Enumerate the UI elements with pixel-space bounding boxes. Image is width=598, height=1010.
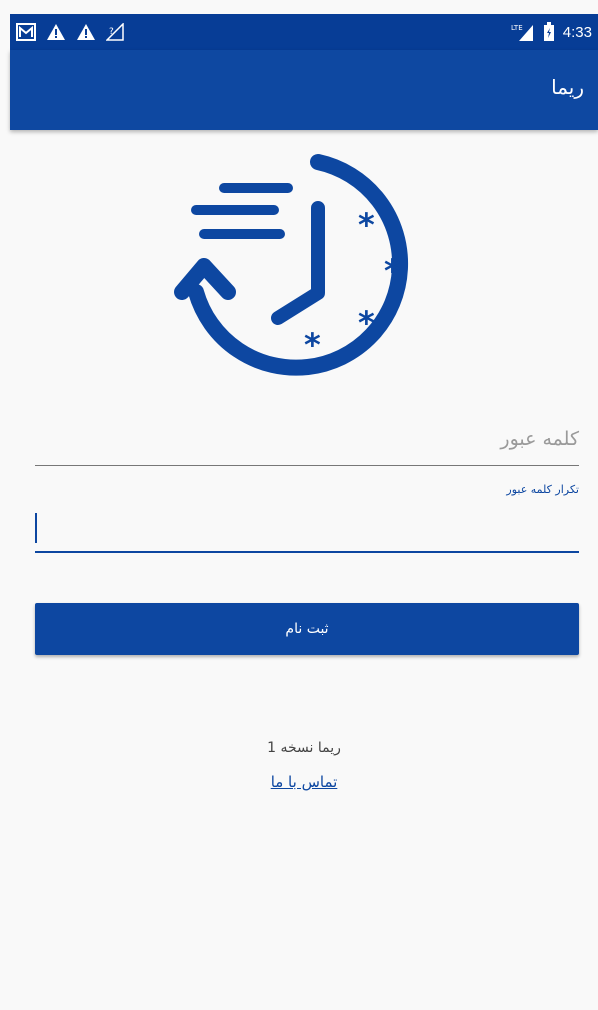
battery-icon	[543, 22, 554, 41]
lte-signal-icon: LTE	[511, 24, 533, 41]
warning-icon	[47, 24, 65, 40]
warning-icon	[77, 24, 95, 40]
svg-text:*: *	[384, 252, 401, 290]
timer-clock-logo: * * * *	[174, 154, 409, 376]
app-bar: ریما	[10, 50, 598, 130]
svg-text:*: *	[358, 206, 375, 244]
status-bar: ? LTE 4:33	[10, 14, 598, 50]
svg-text:*: *	[304, 326, 321, 364]
status-right-icons: LTE 4:33	[511, 20, 592, 44]
gmail-icon	[16, 23, 36, 41]
status-left-icons: ?	[16, 21, 124, 43]
status-time: 4:33	[562, 23, 592, 41]
password-field[interactable]: کلمه عبور	[35, 428, 579, 468]
contact-us-link[interactable]: تماس با ما	[271, 773, 338, 791]
repeat-password-field[interactable]: تکرار کلمه عبور	[35, 483, 579, 555]
repeat-password-label: تکرار کلمه عبور	[506, 483, 579, 496]
text-cursor	[35, 513, 37, 543]
repeat-password-underline	[35, 551, 579, 553]
svg-text:?: ?	[109, 27, 114, 37]
password-underline	[35, 465, 579, 466]
svg-text:LTE: LTE	[511, 24, 523, 32]
app-title: ریما	[551, 75, 584, 99]
svg-text:*: *	[358, 304, 375, 342]
password-placeholder: کلمه عبور	[500, 428, 579, 450]
no-signal-icon: ?	[106, 23, 124, 41]
register-button[interactable]: ثبت نام	[35, 603, 579, 655]
version-text: ریما نسخه 1	[267, 740, 341, 756]
contact-us-wrapper: تماس با ما	[10, 772, 598, 791]
